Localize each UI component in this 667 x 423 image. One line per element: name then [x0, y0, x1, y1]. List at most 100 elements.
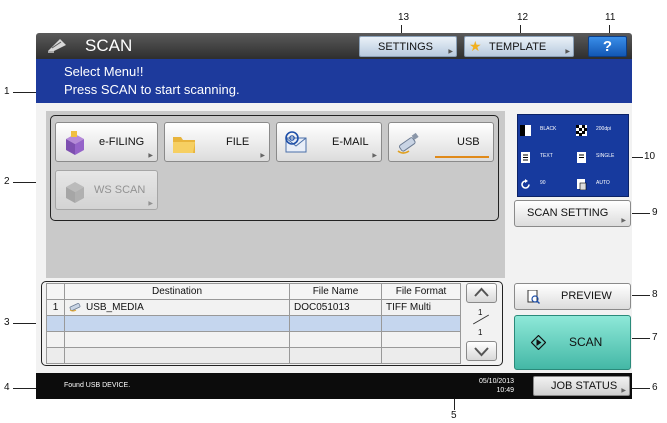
page-up-button[interactable] — [466, 283, 497, 303]
destination-cell: USB_MEDIA — [64, 299, 290, 316]
email-button[interactable]: E-MAIL ▶ — [276, 122, 382, 162]
wsscan-icon — [66, 182, 84, 203]
usb-button[interactable]: USB — [388, 122, 494, 162]
scan-button[interactable]: SCAN — [514, 315, 631, 370]
page-total: 1 — [478, 328, 483, 337]
summary-rotation: 90 — [518, 171, 574, 198]
help-button[interactable]: ? — [588, 36, 627, 57]
rotation-value: 90 — [540, 180, 546, 186]
job-status-label: JOB STATUS — [551, 380, 618, 392]
efiling-label: e-FILING — [99, 136, 145, 148]
black-mode-icon — [520, 125, 531, 136]
table-row[interactable]: 1 USB_MEDIA DOC051013 TIFF Multi — [46, 299, 461, 316]
color-mode-value: BLACK — [540, 126, 557, 132]
summary-resolution: 200dpi — [574, 117, 630, 144]
leader-6 — [631, 388, 650, 389]
callout-12: 12 — [517, 12, 529, 23]
resolution-value: 200dpi — [596, 126, 612, 132]
callout-5: 5 — [451, 410, 457, 421]
duplex-value: SINGLE — [596, 153, 615, 159]
single-sided-icon — [577, 152, 586, 163]
date-time: 05/10/2013 10:49 — [466, 377, 514, 395]
destination-value: USB_MEDIA — [86, 302, 144, 313]
destination-table: Destination File Name File Format 1 USB_… — [46, 283, 461, 364]
leader-7 — [631, 338, 650, 339]
scanner-icon — [48, 39, 66, 53]
job-status-button[interactable]: JOB STATUS ▶ — [533, 376, 630, 396]
status-message: Found USB DEVICE. — [64, 382, 131, 389]
page-title: SCAN — [85, 36, 133, 55]
arrow-icon: ▶ — [148, 153, 153, 159]
arrow-icon: ▶ — [148, 201, 153, 207]
scan-setting-label: SCAN SETTING — [527, 207, 609, 219]
row-number: 1 — [46, 299, 65, 316]
wsscan-button[interactable]: WS SCAN ▶ — [55, 170, 158, 210]
message-bar: Select Menu!! Press SCAN to start scanni… — [36, 59, 632, 103]
callout-2: 2 — [4, 176, 10, 187]
usb-selected-indicator — [435, 156, 489, 158]
file-name-cell: DOC051013 — [289, 299, 382, 316]
arrow-icon: ▶ — [565, 49, 570, 55]
page-down-button[interactable] — [466, 341, 497, 361]
chevron-up-icon — [474, 287, 489, 297]
scan-setting-button[interactable]: SCAN SETTING ▶ — [514, 200, 631, 227]
folder-icon — [173, 137, 195, 153]
callout-4: 4 — [4, 382, 10, 393]
original-mode-value: TEXT — [540, 153, 553, 159]
scan-label: SCAN — [569, 335, 603, 349]
callout-7: 7 — [652, 332, 658, 343]
file-format-cell: TIFF Multi — [381, 299, 461, 316]
title-bar: SCAN SETTINGS ▶ ★ TEMPLATE ▶ ? — [36, 33, 632, 59]
callout-9: 9 — [652, 207, 658, 218]
rotate-icon — [521, 179, 530, 189]
arrow-icon: ▶ — [372, 153, 377, 159]
efiling-button[interactable]: e-FILING ▶ — [55, 122, 158, 162]
start-icon — [531, 335, 546, 350]
usb-stick-icon — [69, 303, 81, 312]
file-label: FILE — [226, 136, 250, 148]
page-current: 1 — [478, 308, 483, 317]
arrow-icon: ▶ — [260, 153, 265, 159]
callout-10: 10 — [644, 151, 656, 162]
settings-button[interactable]: SETTINGS ▶ — [359, 36, 457, 57]
summary-color-mode: BLACK — [518, 117, 574, 144]
size-value: AUTO — [596, 180, 610, 186]
callout-13: 13 — [398, 12, 410, 23]
preview-icon — [527, 290, 540, 304]
callout-11: 11 — [605, 12, 616, 23]
email-icon — [285, 131, 307, 153]
text-mode-icon — [521, 152, 530, 163]
callout-8: 8 — [652, 289, 658, 300]
time: 10:49 — [496, 387, 514, 394]
wsscan-label: WS SCAN — [94, 184, 146, 196]
template-button-label: TEMPLATE — [489, 41, 547, 53]
preview-button[interactable]: PREVIEW — [514, 283, 631, 310]
settings-button-label: SETTINGS — [378, 41, 434, 53]
status-bar: Found USB DEVICE. 05/10/2013 10:49 JOB S… — [36, 373, 632, 399]
message-line-1: Select Menu!! — [64, 64, 144, 79]
star-icon: ★ — [469, 38, 482, 54]
callout-1: 1 — [4, 86, 10, 97]
callout-6: 6 — [652, 382, 658, 393]
message-line-2: Press SCAN to start scanning. — [64, 82, 240, 97]
table-row-empty[interactable] — [46, 315, 461, 332]
table-row-empty[interactable] — [46, 331, 461, 348]
arrow-icon: ▶ — [448, 49, 453, 55]
auto-size-icon — [577, 179, 587, 190]
summary-duplex: SINGLE — [574, 144, 630, 171]
template-button[interactable]: ★ TEMPLATE ▶ — [464, 36, 574, 57]
email-label: E-MAIL — [332, 136, 369, 148]
leader-8 — [631, 295, 650, 296]
preview-label: PREVIEW — [561, 290, 612, 302]
resolution-icon — [576, 125, 587, 136]
date: 05/10/2013 — [478, 378, 514, 385]
file-button[interactable]: FILE ▶ — [164, 122, 270, 162]
leader-9 — [631, 213, 650, 214]
arrow-icon: ▶ — [621, 388, 626, 394]
summary-original-mode: TEXT — [518, 144, 574, 171]
usb-label: USB — [457, 136, 480, 148]
table-header-row: Destination File Name File Format — [46, 283, 461, 300]
arrow-icon: ▶ — [621, 218, 626, 224]
table-row-empty[interactable] — [46, 347, 461, 364]
scan-settings-summary: BLACK 200dpi TEXT SINGLE 90 AUTO — [517, 114, 629, 197]
